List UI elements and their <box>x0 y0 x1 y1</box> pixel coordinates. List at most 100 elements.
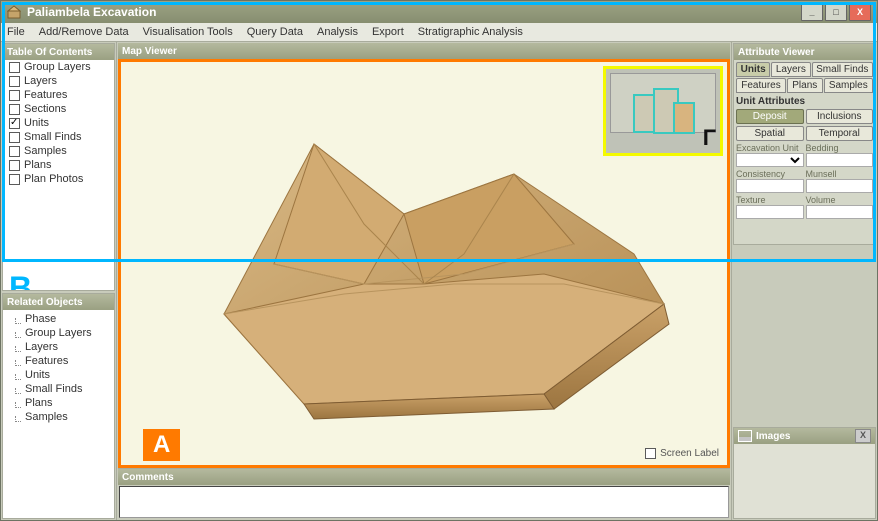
comments-textarea[interactable] <box>119 486 729 518</box>
overview-canvas <box>610 73 716 133</box>
menu-stratigraphic-analysis[interactable]: Stratigraphic Analysis <box>416 25 525 39</box>
related-item[interactable]: Units <box>5 368 112 382</box>
images-title: Images <box>756 431 790 442</box>
label-consistency: Consistency <box>736 169 804 179</box>
screen-label-checkbox[interactable] <box>645 448 656 459</box>
toc-item-label: Layers <box>24 75 57 87</box>
related-item[interactable]: Phase <box>5 312 112 326</box>
overview-extent-box <box>673 102 695 134</box>
menu-analysis[interactable]: Analysis <box>315 25 360 39</box>
menu-add-remove-data[interactable]: Add/Remove Data <box>37 25 131 39</box>
panel-images: Images X <box>733 427 876 519</box>
app-window: Paliambela Excavation _ □ X File Add/Rem… <box>0 0 878 521</box>
toc-item-label: Units <box>24 117 49 129</box>
input-texture[interactable] <box>736 205 804 219</box>
menu-query-data[interactable]: Query Data <box>245 25 305 39</box>
checkbox-icon[interactable] <box>9 90 20 101</box>
attribute-buttons-row2: SpatialTemporal <box>736 126 873 141</box>
field-texture: Texture <box>736 195 804 219</box>
field-consistency: Consistency <box>736 169 804 193</box>
tab-samples[interactable]: Samples <box>824 78 873 93</box>
toc-item[interactable]: Features <box>3 88 114 102</box>
right-column: Attribute Viewer UnitsLayersSmall Finds … <box>731 42 877 520</box>
checkbox-icon[interactable] <box>9 62 20 73</box>
overview-minimap[interactable]: Γ <box>603 66 723 156</box>
toc-body[interactable]: Group Layers LayersFeaturesSectionsUnits S… <box>3 60 114 290</box>
screen-label-toggle[interactable]: Screen Label <box>645 448 719 459</box>
button-temporal[interactable]: Temporal <box>806 126 874 141</box>
related-item[interactable]: Layers <box>5 340 112 354</box>
panel-related-objects: Related Objects PhaseGroup LayersLayersF… <box>2 293 115 519</box>
comments-header: Comments <box>118 469 730 485</box>
maximize-button[interactable]: □ <box>825 3 847 21</box>
images-header: Images X <box>734 428 875 444</box>
attribute-buttons-row1: DepositInclusions <box>736 109 873 124</box>
field-munsell: Munsell <box>806 169 874 193</box>
toc-item[interactable]: Samples <box>3 144 114 158</box>
title-bar: Paliambela Excavation _ □ X <box>1 1 877 23</box>
toc-header: Table Of Contents <box>3 44 114 60</box>
close-button[interactable]: X <box>849 3 871 21</box>
toc-item[interactable]: Plans <box>3 158 114 172</box>
toc-item-label: Samples <box>24 145 67 157</box>
toc-item[interactable]: Plan Photos <box>3 172 114 186</box>
checkbox-icon[interactable] <box>9 118 20 129</box>
panel-attribute-viewer: Attribute Viewer UnitsLayersSmall Finds … <box>733 43 876 245</box>
button-deposit[interactable]: Deposit <box>736 109 804 124</box>
attribute-body: UnitsLayersSmall Finds FeaturesPlansSamp… <box>734 60 875 244</box>
toc-item[interactable]: Group Layers <box>3 60 114 74</box>
annotation-marker-G: Γ <box>703 125 716 151</box>
panel-table-of-contents: Table Of Contents Group Layers LayersFeat… <box>2 43 115 291</box>
menu-file[interactable]: File <box>5 25 27 39</box>
input-volume[interactable] <box>806 205 874 219</box>
tab-layers[interactable]: Layers <box>771 62 810 77</box>
checkbox-icon[interactable] <box>9 160 20 171</box>
related-item[interactable]: Samples <box>5 410 112 424</box>
button-spatial[interactable]: Spatial <box>736 126 804 141</box>
checkbox-icon[interactable] <box>9 146 20 157</box>
toc-item[interactable]: Sections <box>3 102 114 116</box>
input-munsell[interactable] <box>806 179 874 193</box>
input-consistency[interactable] <box>736 179 804 193</box>
minimize-button[interactable]: _ <box>801 3 823 21</box>
checkbox-icon[interactable] <box>9 104 20 115</box>
checkbox-icon[interactable] <box>9 76 20 87</box>
tab-features[interactable]: Features <box>736 78 786 93</box>
tab-plans[interactable]: Plans <box>787 78 823 93</box>
label-munsell: Munsell <box>806 169 874 179</box>
checkbox-icon[interactable] <box>9 174 20 185</box>
center-column: Map Viewer <box>118 43 730 519</box>
attribute-fields: Excavation Unit Bedding Consistency <box>736 143 873 219</box>
related-item[interactable]: Plans <box>5 396 112 410</box>
input-bedding[interactable] <box>806 153 874 167</box>
tab-units[interactable]: Units <box>736 62 770 77</box>
field-bedding: Bedding <box>806 143 874 167</box>
toc-item[interactable]: Layers <box>3 74 114 88</box>
related-item[interactable]: Group Layers <box>5 326 112 340</box>
toc-item-label: Small Finds <box>24 131 81 143</box>
label-excavation-unit: Excavation Unit <box>736 143 804 153</box>
attribute-section-label: Unit Attributes <box>736 94 873 109</box>
label-volume: Volume <box>806 195 874 205</box>
toc-item-label: Group Layers <box>24 61 91 73</box>
related-body[interactable]: PhaseGroup LayersLayersFeaturesUnitsSmal… <box>3 310 114 518</box>
label-texture: Texture <box>736 195 804 205</box>
tab-small-finds[interactable]: Small Finds <box>812 62 874 77</box>
overview-extent-box <box>633 94 655 133</box>
related-item[interactable]: Small Finds <box>5 382 112 396</box>
select-excavation-unit[interactable] <box>736 153 804 167</box>
toc-item[interactable]: Units <box>3 116 114 130</box>
images-body[interactable] <box>734 444 875 518</box>
app-icon <box>7 5 21 19</box>
menu-bar: File Add/Remove Data Visualisation Tools… <box>1 23 877 42</box>
menu-export[interactable]: Export <box>370 25 406 39</box>
images-close-button[interactable]: X <box>855 429 871 443</box>
related-item[interactable]: Features <box>5 354 112 368</box>
checkbox-icon[interactable] <box>9 132 20 143</box>
toc-item[interactable]: Small Finds <box>3 130 114 144</box>
button-inclusions[interactable]: Inclusions <box>806 109 874 124</box>
menu-visualisation-tools[interactable]: Visualisation Tools <box>141 25 235 39</box>
screen-label-text: Screen Label <box>660 448 719 459</box>
map-viewer-canvas[interactable]: Γ Screen Label A <box>118 59 730 468</box>
main-body: Table Of Contents Group LayersLayersFeat… <box>1 42 877 520</box>
